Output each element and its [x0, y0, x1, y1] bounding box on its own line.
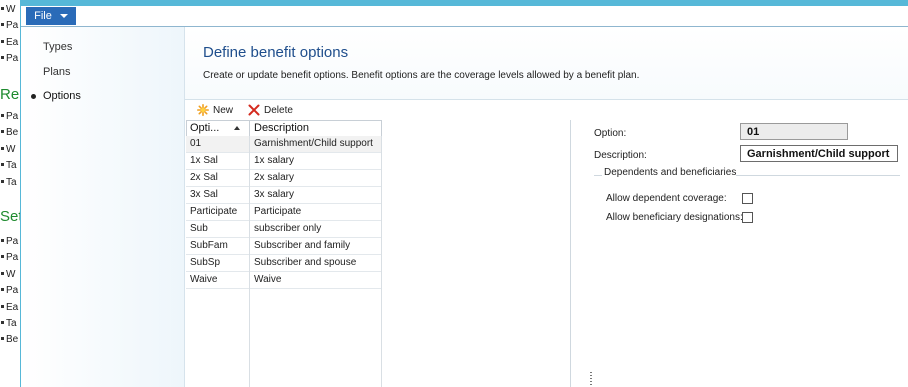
- column-separator[interactable]: [249, 121, 250, 136]
- file-menu-button[interactable]: File: [26, 7, 76, 25]
- cell-description: Garnishment/Child support: [254, 138, 373, 149]
- table-row[interactable]: 3x Sal 3x salary: [186, 187, 381, 204]
- cell-option: SubSp: [190, 257, 221, 268]
- bg-text: Pa: [0, 285, 18, 296]
- allow-beneficiary-checkbox[interactable]: [742, 212, 753, 223]
- bg-text: Be: [0, 127, 18, 138]
- description-label: Description:: [594, 150, 647, 161]
- cell-description: Subscriber and family: [254, 240, 351, 251]
- cell-description: 1x salary: [254, 155, 295, 166]
- table-row[interactable]: Sub subscriber only: [186, 221, 381, 238]
- menu-bar: File: [21, 6, 908, 27]
- allow-beneficiary-label: Allow beneficiary designations:: [606, 212, 743, 223]
- bg-text: Pa: [0, 53, 18, 64]
- option-field: 01: [740, 123, 848, 140]
- grid-column-divider: [381, 136, 382, 387]
- bg-text: W: [0, 4, 15, 15]
- table-row[interactable]: Participate Participate: [186, 204, 381, 221]
- cell-option: 01: [190, 138, 202, 149]
- detail-pane: Option: 01 Description: Garnishment/Chil…: [590, 120, 908, 387]
- table-row[interactable]: Waive Waive: [186, 272, 381, 289]
- group-divider: [594, 175, 602, 176]
- cell-description: subscriber only: [254, 223, 322, 234]
- table-row[interactable]: 01 Garnishment/Child support: [186, 136, 381, 153]
- table-row[interactable]: SubFam Subscriber and family: [186, 238, 381, 255]
- page-title: Define benefit options: [203, 44, 349, 61]
- cell-option: Sub: [190, 223, 208, 234]
- grid-header: Opti... Description: [186, 120, 382, 137]
- cell-description: Participate: [254, 206, 302, 217]
- page-header: Define benefit options Create or update …: [185, 27, 908, 100]
- bg-heading: Set: [0, 208, 21, 225]
- bg-text: Pa: [0, 252, 18, 263]
- active-bullet-icon: [31, 94, 36, 99]
- file-menu-label: File: [34, 10, 52, 22]
- bg-text: Ta: [0, 318, 17, 329]
- cell-option: 3x Sal: [190, 189, 218, 200]
- bg-text: Ta: [0, 160, 17, 171]
- bg-text: Ea: [0, 37, 18, 48]
- new-star-icon: [197, 104, 209, 116]
- bg-text: W: [0, 269, 15, 280]
- nav-item-types[interactable]: Types: [43, 41, 72, 53]
- new-button-label: New: [213, 104, 234, 116]
- cell-option: Participate: [190, 206, 238, 217]
- delete-button[interactable]: Delete: [248, 103, 293, 117]
- option-label: Option:: [594, 128, 627, 139]
- table-row[interactable]: 2x Sal 2x salary: [186, 170, 381, 187]
- cell-option: Waive: [190, 274, 218, 285]
- cell-option: SubFam: [190, 240, 228, 251]
- cell-description: Subscriber and spouse: [254, 257, 357, 268]
- delete-button-label: Delete: [264, 104, 293, 116]
- column-header-description[interactable]: Description: [251, 121, 379, 136]
- content-area: Define benefit options Create or update …: [185, 27, 908, 387]
- sort-ascending-icon: [234, 126, 240, 130]
- left-navigation: Types Plans Options: [21, 27, 185, 387]
- cell-option: 2x Sal: [190, 172, 218, 183]
- cell-description: 3x salary: [254, 189, 295, 200]
- nav-item-options[interactable]: Options: [43, 90, 81, 102]
- description-field[interactable]: Garnishment/Child support: [740, 145, 898, 162]
- bg-text: Be: [0, 334, 18, 345]
- bg-text: Pa: [0, 236, 18, 247]
- bg-text: Pa: [0, 111, 18, 122]
- cell-option: 1x Sal: [190, 155, 218, 166]
- bg-text: Ea: [0, 302, 18, 313]
- nav-item-plans[interactable]: Plans: [43, 66, 71, 78]
- chevron-down-icon: [59, 14, 68, 18]
- bg-text: Ta: [0, 177, 17, 188]
- grid-column-divider: [249, 136, 250, 387]
- allow-dependent-checkbox[interactable]: [742, 193, 753, 204]
- page-description: Create or update benefit options. Benefi…: [203, 70, 640, 81]
- bg-text: W: [0, 144, 15, 155]
- action-toolbar: New Delete: [185, 100, 908, 119]
- options-grid: Opti... Description 01 Garnishment/Child…: [186, 120, 571, 387]
- bg-text: Pa: [0, 20, 18, 31]
- allow-dependent-label: Allow dependent coverage:: [606, 193, 727, 204]
- benefit-options-window: File Types Plans Options Define benefit …: [20, 0, 908, 387]
- delete-x-icon: [248, 104, 260, 116]
- background-window: W Pa Ea Pa Rep Pa Be W Ta Ta Set Pa Pa W…: [0, 0, 21, 387]
- cell-description: Waive: [254, 274, 282, 285]
- new-button[interactable]: New: [197, 103, 233, 117]
- cell-description: 2x salary: [254, 172, 295, 183]
- table-row[interactable]: 1x Sal 1x salary: [186, 153, 381, 170]
- group-title-dependents: Dependents and beneficiaries: [604, 167, 737, 178]
- group-divider: [736, 175, 900, 176]
- table-row[interactable]: SubSp Subscriber and spouse: [186, 255, 381, 272]
- bg-heading: Rep: [0, 86, 20, 103]
